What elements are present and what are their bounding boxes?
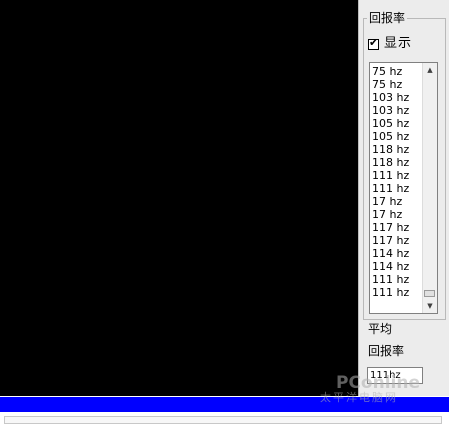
list-item[interactable]: 105 hz <box>371 130 422 143</box>
list-item[interactable]: 117 hz <box>371 221 422 234</box>
show-checkbox[interactable]: ✔ <box>368 35 379 50</box>
list-item[interactable]: 75 hz <box>371 65 422 78</box>
list-item[interactable]: 114 hz <box>371 247 422 260</box>
rate-label: 回报率 <box>368 344 405 358</box>
bottom-bar <box>0 396 449 427</box>
show-checkbox-row[interactable]: ✔ 显示 <box>368 35 413 51</box>
average-value-field: 111hz <box>367 367 423 384</box>
list-item[interactable]: 105 hz <box>371 117 422 130</box>
list-item[interactable]: 111 hz <box>371 273 422 286</box>
list-item[interactable]: 75 hz <box>371 78 422 91</box>
list-scrollbar[interactable]: ▲ ▼ <box>422 63 437 313</box>
average-label: 平均 <box>368 322 393 336</box>
list-item[interactable]: 111 hz <box>371 182 422 195</box>
list-item[interactable]: 17 hz <box>371 195 422 208</box>
side-panel: 回报率 ✔ 显示 75 hz 75 hz 103 hz 103 hz 105 hz 105… <box>358 0 449 396</box>
list-item[interactable]: 114 hz <box>371 260 422 273</box>
group-title: 回报率 <box>367 11 408 25</box>
list-item[interactable]: 118 hz <box>371 143 422 156</box>
drawing-canvas[interactable] <box>0 0 358 396</box>
list-item[interactable]: 111 hz <box>371 169 422 182</box>
list-item[interactable]: 103 hz <box>371 91 422 104</box>
blue-status-strip <box>0 397 449 412</box>
list-item[interactable]: 111 hz <box>371 286 422 299</box>
scroll-up-icon[interactable]: ▲ <box>423 63 437 77</box>
status-field <box>4 416 442 424</box>
list-item[interactable]: 103 hz <box>371 104 422 117</box>
list-items: 75 hz 75 hz 103 hz 103 hz 105 hz 105 hz 118 hz… <box>371 65 422 299</box>
list-item[interactable]: 118 hz <box>371 156 422 169</box>
checkmark-icon: ✔ <box>369 35 379 49</box>
scroll-down-icon[interactable]: ▼ <box>423 299 437 313</box>
scroll-thumb[interactable] <box>424 290 435 297</box>
list-item[interactable]: 117 hz <box>371 234 422 247</box>
show-checkbox-label: 显示 <box>384 36 413 51</box>
list-item[interactable]: 17 hz <box>371 208 422 221</box>
polling-rate-list[interactable]: 75 hz 75 hz 103 hz 103 hz 105 hz 105 hz 118 hz… <box>369 62 438 314</box>
